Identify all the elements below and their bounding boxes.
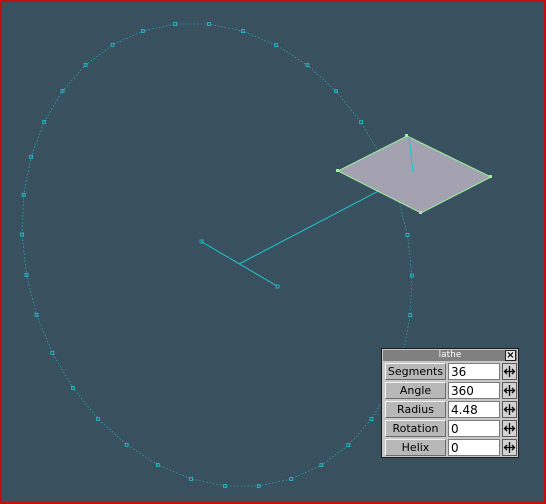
sweep-vertex[interactable]: [50, 350, 55, 355]
close-icon[interactable]: ×: [505, 350, 516, 361]
profile-vertex[interactable]: [336, 169, 339, 172]
double-arrow-icon[interactable]: [502, 401, 517, 418]
double-arrow-icon[interactable]: [502, 439, 517, 456]
angle-row: Angle: [384, 382, 518, 399]
double-arrow-icon[interactable]: [502, 363, 517, 380]
helix-row: Helix: [384, 439, 518, 456]
helix-label: Helix: [385, 439, 446, 456]
lathe-path: [21, 23, 413, 487]
profile-shape[interactable]: [336, 135, 493, 214]
panel-title: lathe: [438, 350, 462, 360]
profile-vertex[interactable]: [489, 175, 492, 178]
lathe-vertices: [20, 22, 414, 488]
double-arrow-icon[interactable]: [502, 382, 517, 399]
radius-row: Radius: [384, 401, 518, 418]
radius-label: Radius: [385, 401, 446, 418]
profile-vertex[interactable]: [419, 211, 422, 214]
sweep-path-line: [21, 23, 413, 487]
double-arrow-icon[interactable]: [502, 420, 517, 437]
segments-field[interactable]: [448, 363, 500, 380]
radius-field[interactable]: [448, 401, 500, 418]
segments-row: Segments: [384, 363, 518, 380]
sweep-vertex[interactable]: [189, 476, 194, 481]
rotation-field[interactable]: [448, 420, 500, 437]
helix-field[interactable]: [448, 439, 500, 456]
sweep-vertex[interactable]: [274, 43, 279, 47]
angle-label: Angle: [385, 382, 446, 399]
rotation-label: Rotation: [385, 420, 446, 437]
lathe-panel: lathe × Segments Angle Radius Rotation H…: [381, 348, 519, 458]
sweep-vertex[interactable]: [34, 312, 39, 317]
panel-titlebar[interactable]: lathe ×: [383, 350, 517, 361]
sweep-vertex[interactable]: [42, 119, 47, 124]
rotation-row: Rotation: [384, 420, 518, 437]
angle-field[interactable]: [448, 382, 500, 399]
profile-vertex[interactable]: [405, 134, 408, 137]
segments-label: Segments: [385, 363, 446, 380]
